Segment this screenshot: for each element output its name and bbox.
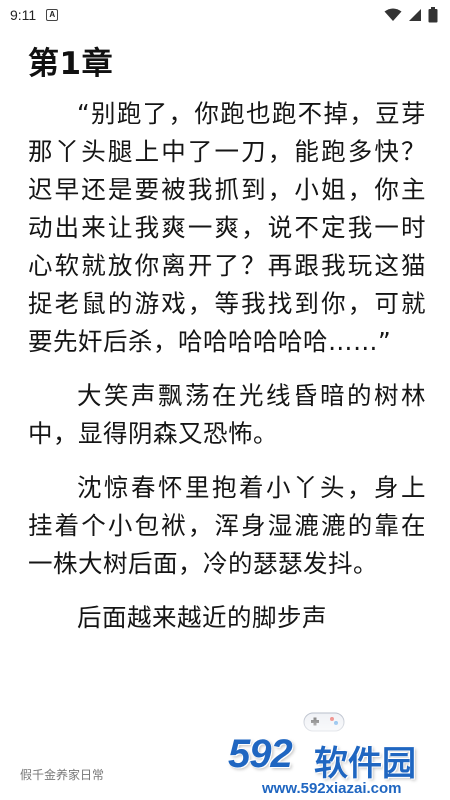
watermark-url: www.592xiazai.com <box>262 780 402 797</box>
book-title: 假千金养家日常 <box>20 768 105 782</box>
app-notification-icon: A <box>46 9 59 21</box>
cell-signal-icon <box>409 9 421 21</box>
paragraph: 大笑声飘荡在光线昏暗的树林中，显得阴森又恐怖。 <box>28 381 426 448</box>
paragraph: “别跑了，你跑也跑不掉，豆芽那丫头腿上中了一刀，能跑多快？迟早还是要被我抓到，小… <box>28 99 426 356</box>
watermark-logo: 592 <box>228 732 293 776</box>
battery-icon <box>428 7 438 23</box>
paragraph: 沈惊春怀里抱着小丫头，身上挂着个小包袱，浑身湿漉漉的靠在一株大树后面，冷的瑟瑟发… <box>28 473 426 578</box>
watermark: 592 软件园 www.592xiazai.com <box>222 730 450 800</box>
chapter-content[interactable]: “别跑了，你跑也跑不掉，豆芽那丫头腿上中了一刀，能跑多快？迟早还是要被我抓到，小… <box>28 95 426 653</box>
status-time: 9:11 <box>10 7 37 23</box>
reader-screen: 9:11 A 第1章 “别跑了，你跑也跑不掉，豆芽那丫头腿上中了一刀，能跑多快？… <box>0 0 450 800</box>
status-right <box>384 7 438 23</box>
status-left: 9:11 A <box>10 7 59 23</box>
watermark-name: 软件园 <box>314 744 416 784</box>
status-bar: 9:11 A <box>0 0 450 30</box>
wifi-icon <box>384 8 402 21</box>
paragraph: 后面越来越近的脚步声 <box>77 603 327 632</box>
chapter-title: 第1章 <box>28 46 114 82</box>
